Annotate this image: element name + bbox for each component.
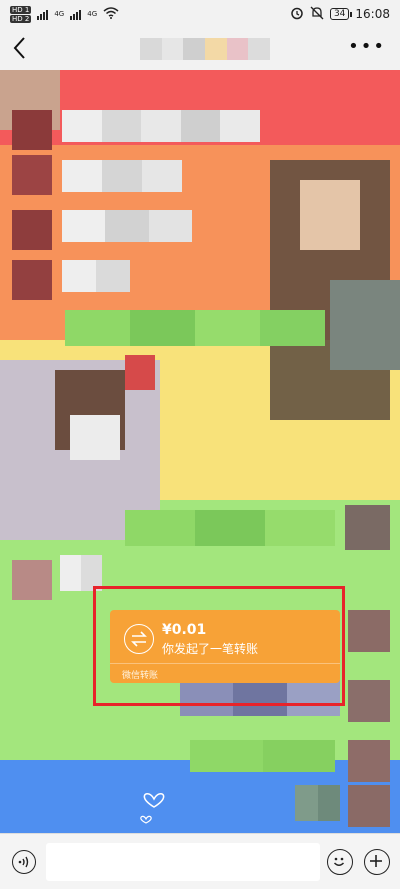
- mute-icon: [310, 6, 324, 23]
- message-bubble-obscured[interactable]: [190, 740, 335, 772]
- status-bar: HD 1 HD 2 4G 4G 34 16:08: [0, 0, 400, 28]
- highlight-box: [93, 586, 345, 706]
- pixelated-face: [300, 180, 360, 250]
- avatar[interactable]: [348, 680, 390, 722]
- message-bubble-obscured[interactable]: [62, 260, 130, 292]
- avatar[interactable]: [12, 210, 52, 250]
- message-bubble-obscured[interactable]: [125, 510, 335, 546]
- avatar[interactable]: [12, 155, 52, 195]
- chat-header: •••: [0, 28, 400, 70]
- avatar[interactable]: [12, 260, 52, 300]
- message-input[interactable]: [46, 843, 320, 881]
- message-bubble-obscured[interactable]: [62, 160, 182, 192]
- avatar[interactable]: [348, 610, 390, 652]
- wifi-icon: [103, 6, 119, 22]
- message-bubble-obscured[interactable]: [62, 110, 260, 142]
- sim1-label: HD 1: [10, 5, 32, 14]
- message-bubble-obscured[interactable]: [65, 310, 325, 346]
- sim2-label: HD 2: [10, 14, 32, 23]
- avatar[interactable]: [12, 110, 52, 150]
- chat-title-obscured: [140, 38, 271, 60]
- avatar[interactable]: [345, 505, 390, 550]
- voice-icon[interactable]: [12, 850, 36, 874]
- sim-indicators: HD 1 HD 2: [10, 5, 32, 23]
- alarm-icon: [290, 6, 304, 23]
- emoji-icon[interactable]: [327, 849, 353, 875]
- status-right: 34 16:08: [290, 6, 390, 23]
- net1-label: 4G: [54, 10, 65, 18]
- clock: 16:08: [355, 7, 390, 21]
- avatar[interactable]: [12, 560, 52, 600]
- avatar[interactable]: [348, 740, 390, 782]
- back-chevron-icon[interactable]: [12, 36, 26, 64]
- pixelated-photo: [330, 280, 400, 370]
- battery-icon: 34: [329, 8, 353, 20]
- chat-message-area[interactable]: [0, 70, 400, 833]
- status-left: HD 1 HD 2 4G 4G: [10, 5, 119, 23]
- plus-icon[interactable]: [364, 849, 390, 875]
- pixelated-photo: [70, 415, 120, 460]
- signal-icon: [37, 8, 49, 20]
- message-bubble-obscured[interactable]: [62, 210, 192, 242]
- more-dots-icon[interactable]: •••: [348, 38, 386, 56]
- pixelated-photo: [125, 355, 155, 390]
- message-bubble-obscured[interactable]: [295, 785, 340, 821]
- net2-label: 4G: [87, 10, 98, 18]
- avatar[interactable]: [348, 785, 390, 827]
- heart-doodle-icon: [140, 785, 168, 829]
- input-bar: [0, 833, 400, 889]
- signal-icon-2: [70, 8, 82, 20]
